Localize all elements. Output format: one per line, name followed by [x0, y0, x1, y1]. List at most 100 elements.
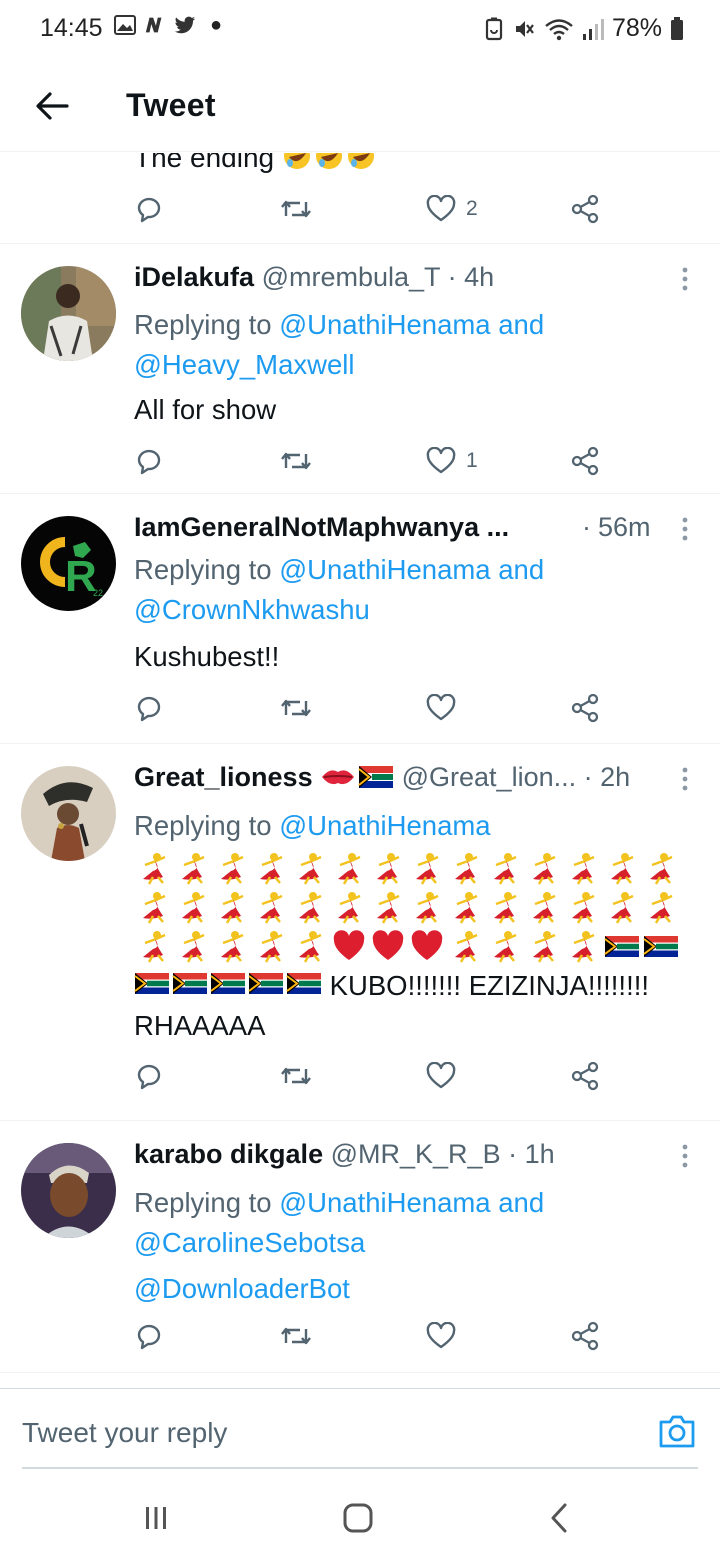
- tweet-partial[interactable]: The ending 2: [0, 153, 720, 244]
- retweet-button[interactable]: [280, 688, 312, 728]
- dancer-emoji-icon: [610, 852, 634, 885]
- mention-link[interactable]: @Heavy_Maxwell: [134, 349, 354, 380]
- dancer-emoji-icon: [259, 891, 283, 924]
- heart-emoji: [329, 928, 368, 964]
- mention-link[interactable]: @UnathiHenama: [279, 810, 490, 841]
- user-handle[interactable]: @mrembula_T: [262, 262, 440, 292]
- status-time: 14:45: [40, 14, 103, 42]
- share-button[interactable]: [570, 1316, 600, 1356]
- avatar[interactable]: [21, 766, 116, 861]
- like-button[interactable]: 1: [426, 441, 478, 481]
- tweet[interactable]: iDelakufa @mrembula_T · 4h Replying to @…: [0, 244, 720, 494]
- share-button[interactable]: [570, 688, 600, 728]
- red-heart-emoji-icon: [372, 929, 403, 960]
- share-icon: [571, 446, 599, 476]
- south-africa-flag-icon: [172, 973, 207, 994]
- tweet[interactable]: R 22 IamGeneralNotMaphwanya ... · 56m Re…: [0, 494, 720, 744]
- dancer-emoji: [329, 889, 368, 925]
- dancer-emoji-icon: [649, 852, 673, 885]
- home-button[interactable]: [338, 1500, 378, 1536]
- tweet-actions: 1: [134, 441, 614, 481]
- tweet[interactable]: Great_lioness @Great_lion... · 2h Replyi…: [0, 744, 720, 1121]
- south-africa-flag-icon: [134, 973, 169, 994]
- mention-link[interactable]: @UnathiHenama: [279, 309, 490, 340]
- nav-back-icon: [551, 1503, 567, 1533]
- heart-icon: [426, 694, 456, 721]
- replying-to: Replying to @UnathiHenama and @CrownNkhw…: [134, 554, 545, 625]
- name-emoji-group: [320, 763, 394, 791]
- reply-input[interactable]: Tweet your reply: [22, 1417, 227, 1449]
- dancer-emoji-icon: [142, 852, 166, 885]
- mention-link[interactable]: @CrownNkhwashu: [134, 594, 370, 625]
- camera-icon[interactable]: [658, 1413, 696, 1449]
- status-more-dot: ●: [210, 14, 223, 36]
- retweet-button[interactable]: [280, 1316, 312, 1356]
- more-options-icon[interactable]: [678, 1143, 692, 1169]
- more-options-icon[interactable]: [678, 766, 692, 792]
- dancer-emoji-icon: [415, 852, 439, 885]
- reply-icon: [137, 1324, 161, 1350]
- display-name[interactable]: iDelakufa: [134, 262, 254, 292]
- like-button[interactable]: [426, 1056, 466, 1096]
- retweet-button[interactable]: [280, 441, 312, 481]
- user-handle[interactable]: @MR_K_R_B: [331, 1139, 501, 1169]
- dancer-emoji: [290, 889, 329, 925]
- replying-to: Replying to @UnathiHenama and @Heavy_Max…: [134, 309, 545, 380]
- dancer-emoji-icon: [298, 930, 322, 963]
- tweet-text[interactable]: @DownloaderBot: [134, 1269, 704, 1309]
- like-button[interactable]: [426, 1316, 466, 1356]
- dancer-emoji-icon: [649, 891, 673, 924]
- share-button[interactable]: [570, 1056, 600, 1096]
- reply-button[interactable]: [134, 688, 164, 728]
- reply-button[interactable]: [134, 189, 174, 229]
- red-heart-emoji-icon: [333, 929, 364, 960]
- mute-icon: [515, 20, 534, 37]
- share-button[interactable]: [570, 441, 600, 481]
- reply-feed[interactable]: The ending 2 iDelakufa @mrembula_T · 4h …: [0, 153, 720, 1388]
- back-button[interactable]: [30, 84, 74, 128]
- dancer-emoji: [134, 889, 173, 925]
- reply-icon: [137, 696, 161, 722]
- dancer-emoji-icon: [454, 930, 478, 963]
- display-name[interactable]: karabo dikgale: [134, 1139, 323, 1169]
- dancer-emoji-icon: [142, 891, 166, 924]
- battery-level: 78%: [611, 14, 662, 42]
- reply-button[interactable]: [134, 441, 164, 481]
- recent-apps-button[interactable]: [136, 1500, 176, 1536]
- more-options-icon[interactable]: [678, 516, 692, 542]
- dancer-emoji: [251, 850, 290, 886]
- avatar[interactable]: R 22: [21, 516, 116, 611]
- emoji-row: [134, 926, 704, 965]
- retweet-button[interactable]: [280, 189, 322, 229]
- like-button[interactable]: [426, 688, 466, 728]
- reply-button[interactable]: [134, 1316, 164, 1356]
- nav-back-button[interactable]: [540, 1500, 580, 1536]
- display-name[interactable]: IamGeneralNotMaphwanya ...: [134, 512, 509, 542]
- reply-button[interactable]: [134, 1056, 164, 1096]
- like-button[interactable]: 2: [426, 189, 478, 229]
- display-name[interactable]: Great_lioness: [134, 762, 313, 792]
- mention-link[interactable]: @UnathiHenama: [279, 554, 490, 585]
- heart-icon: [426, 1322, 456, 1349]
- dancer-emoji: [446, 889, 485, 925]
- system-nav-bar: [0, 1470, 720, 1560]
- tweet[interactable]: karabo dikgale @MR_K_R_B · 1h Replying t…: [0, 1121, 720, 1373]
- app-header: Tweet: [0, 62, 720, 152]
- avatar[interactable]: [21, 1143, 116, 1238]
- home-icon: [343, 1503, 373, 1533]
- more-options-icon[interactable]: [678, 266, 692, 292]
- rofl-emoji-icon: [283, 153, 310, 169]
- like-count: 2: [466, 197, 478, 220]
- retweet-button[interactable]: [280, 1056, 312, 1096]
- avatar[interactable]: [21, 266, 116, 361]
- mention-link[interactable]: @UnathiHenama: [279, 1187, 490, 1218]
- dancer-emoji: [563, 928, 602, 964]
- share-button[interactable]: [570, 189, 600, 229]
- dancer-emoji: [134, 850, 173, 886]
- mention-link[interactable]: @CarolineSebotsa: [134, 1227, 365, 1258]
- dancer-emoji-icon: [259, 852, 283, 885]
- retweet-icon: [281, 1327, 311, 1345]
- user-handle[interactable]: @Great_lion...: [402, 762, 577, 792]
- reply-composer[interactable]: Tweet your reply: [0, 1388, 720, 1469]
- page-title: Tweet: [126, 87, 216, 123]
